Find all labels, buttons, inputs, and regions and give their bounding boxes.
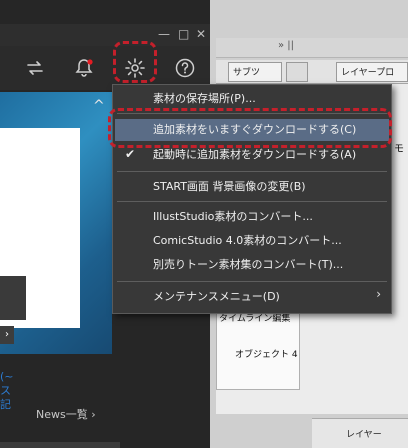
app-top-bar: » ||: [216, 38, 408, 58]
tab-icon[interactable]: [286, 62, 308, 82]
menu-item-comicstudio-convert[interactable]: ComicStudio 4.0素材のコンバート...: [153, 233, 342, 249]
maximize-button[interactable]: □: [178, 27, 189, 41]
tab-layer-property[interactable]: レイヤープロ: [336, 62, 408, 82]
bottom-strip: [0, 442, 120, 448]
expand-arrows[interactable]: » ||: [278, 40, 294, 51]
menu-item-illuststudio-convert[interactable]: IllustStudio素材のコンバート...: [153, 209, 313, 225]
bell-icon[interactable]: [71, 55, 97, 81]
news-list-link[interactable]: News一覧 ›: [36, 406, 96, 422]
menu-separator: [117, 281, 387, 282]
check-icon: ✔: [125, 147, 136, 161]
close-button[interactable]: ✕: [196, 27, 206, 41]
swap-icon[interactable]: [22, 55, 48, 81]
menu-item-tone-convert[interactable]: 別売りトーン素材集のコンバート(T)...: [153, 257, 343, 273]
menu-item-start-background[interactable]: START画面 背景画像の変更(B): [153, 179, 306, 195]
help-icon[interactable]: [172, 55, 198, 81]
submenu-arrow-icon: ›: [376, 287, 381, 301]
layer-tab-label[interactable]: レイヤー: [346, 427, 382, 440]
object-label[interactable]: オブジェクト 4: [235, 347, 298, 360]
minimize-button[interactable]: —: [158, 27, 170, 41]
menu-separator: [117, 201, 387, 202]
link-text[interactable]: (~ ス 記: [0, 370, 14, 412]
menu-item-highlight: [108, 108, 392, 148]
menu-item-storage-location[interactable]: 素材の保存場所(P)...: [153, 91, 256, 107]
gear-highlight: [113, 41, 157, 83]
menu-item-download-on-start[interactable]: 起動時に追加素材をダウンロードする(A): [153, 147, 356, 163]
side-label: モ: [394, 144, 404, 155]
banner-next-arrow[interactable]: ›: [0, 326, 14, 344]
menu-item-maintenance[interactable]: メンテナンスメニュー(D): [153, 289, 280, 305]
tab-sub-tool[interactable]: サブツ: [228, 62, 282, 82]
menu-separator: [117, 171, 387, 172]
layer-panel-tab[interactable]: レイヤー: [312, 418, 408, 448]
collapse-arrow-icon[interactable]: ^: [93, 98, 105, 114]
banner-gutter: [0, 276, 26, 320]
